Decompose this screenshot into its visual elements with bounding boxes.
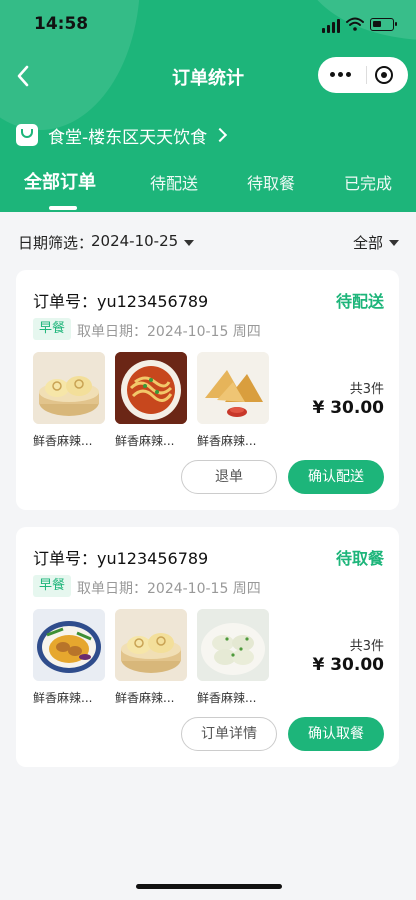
wifi-icon bbox=[346, 17, 364, 31]
order-status: 待取餐 bbox=[335, 549, 384, 568]
order-number: 订单号：yu123456789 bbox=[33, 292, 209, 311]
caret-down-icon bbox=[184, 240, 194, 246]
mini-program-capsule bbox=[318, 57, 408, 93]
noodles-icon bbox=[115, 352, 187, 424]
item-name: 鲜香麻辣... bbox=[33, 434, 93, 448]
order-item[interactable]: 鲜香麻辣... bbox=[197, 352, 269, 449]
curry-plate-icon bbox=[33, 609, 105, 681]
store-selector[interactable]: 食堂-楼东区天天饮食 bbox=[16, 122, 228, 148]
chevron-right-icon bbox=[213, 127, 228, 143]
refund-button[interactable]: 退单 bbox=[181, 460, 277, 494]
meal-tag: 早餐 bbox=[33, 575, 72, 597]
item-count: 共3件 bbox=[349, 639, 384, 654]
tab-pending-pickup[interactable]: 待取餐 bbox=[247, 170, 295, 194]
order-total-price: ¥ 30.00 bbox=[312, 398, 384, 418]
item-name: 鲜香麻辣... bbox=[197, 691, 257, 705]
confirm-pickup-button[interactable]: 确认取餐 bbox=[288, 717, 384, 751]
pickup-date: 取单日期：2024-10-15 周四 bbox=[77, 581, 261, 597]
order-item[interactable]: 鲜香麻辣... bbox=[33, 352, 105, 449]
date-filter-dropdown[interactable]: 2024-10-25 bbox=[91, 232, 178, 250]
caret-down-icon bbox=[389, 240, 399, 246]
order-item[interactable]: 鲜香麻辣... bbox=[115, 609, 187, 706]
order-item[interactable]: 鲜香麻辣... bbox=[115, 352, 187, 449]
order-item[interactable]: 鲜香麻辣... bbox=[197, 609, 269, 706]
status-time: 14:58 bbox=[34, 14, 89, 34]
pickup-date: 取单日期：2024-10-15 周四 bbox=[77, 324, 261, 340]
tab-all-orders[interactable]: 全部订单 bbox=[24, 168, 96, 194]
header-banner: 14:58 订单统计 食堂-楼东区天天饮食 全部订单 待配送 待取餐 已完成 bbox=[0, 0, 416, 212]
dumplings-icon bbox=[197, 609, 269, 681]
order-card[interactable]: 订单号：yu123456789 待取餐 早餐 取单日期：2024-10-15 周… bbox=[16, 527, 399, 767]
active-tab-indicator bbox=[49, 206, 77, 210]
navigation-bar: 订单统计 bbox=[0, 52, 416, 100]
category-filter-dropdown[interactable]: 全部 bbox=[353, 232, 383, 253]
meal-tag: 早餐 bbox=[33, 318, 72, 340]
tab-completed[interactable]: 已完成 bbox=[344, 170, 392, 194]
steamed-buns-icon bbox=[115, 609, 187, 681]
samosa-icon bbox=[197, 352, 269, 424]
order-details-button[interactable]: 订单详情 bbox=[181, 717, 277, 751]
capsule-divider bbox=[366, 66, 367, 84]
item-thumbnails: 鲜香麻辣... 鲜香麻辣... 鲜香麻辣... bbox=[33, 609, 283, 709]
order-item[interactable]: 鲜香麻辣... bbox=[33, 609, 105, 706]
tab-pending-delivery[interactable]: 待配送 bbox=[150, 170, 198, 194]
signal-icon bbox=[322, 19, 342, 33]
order-number: 订单号：yu123456789 bbox=[33, 549, 209, 568]
item-name: 鲜香麻辣... bbox=[115, 434, 175, 448]
order-status: 待配送 bbox=[335, 292, 384, 311]
date-filter-label: 日期筛选： bbox=[18, 234, 94, 252]
more-icon[interactable] bbox=[330, 72, 352, 78]
store-name: 食堂-楼东区天天饮食 bbox=[48, 127, 208, 148]
confirm-delivery-button[interactable]: 确认配送 bbox=[288, 460, 384, 494]
order-card[interactable]: 订单号：yu123456789 待配送 早餐 取单日期：2024-10-15 周… bbox=[16, 270, 399, 510]
filter-bar: 日期筛选： 2024-10-25 全部 bbox=[0, 226, 416, 258]
battery-icon bbox=[370, 18, 397, 31]
close-target-icon[interactable] bbox=[375, 66, 393, 84]
status-bar: 14:58 bbox=[0, 0, 416, 50]
item-count: 共3件 bbox=[349, 382, 384, 397]
order-total-price: ¥ 30.00 bbox=[312, 655, 384, 675]
order-tabs: 全部订单 待配送 待取餐 已完成 bbox=[0, 166, 416, 212]
steamed-buns-icon bbox=[33, 352, 105, 424]
item-thumbnails: 鲜香麻辣... 鲜香麻辣... 鲜香麻辣... bbox=[33, 352, 283, 452]
item-name: 鲜香麻辣... bbox=[197, 434, 257, 448]
item-name: 鲜香麻辣... bbox=[115, 691, 175, 705]
item-name: 鲜香麻辣... bbox=[33, 691, 93, 705]
home-indicator bbox=[136, 884, 282, 889]
bowl-icon bbox=[16, 124, 38, 146]
